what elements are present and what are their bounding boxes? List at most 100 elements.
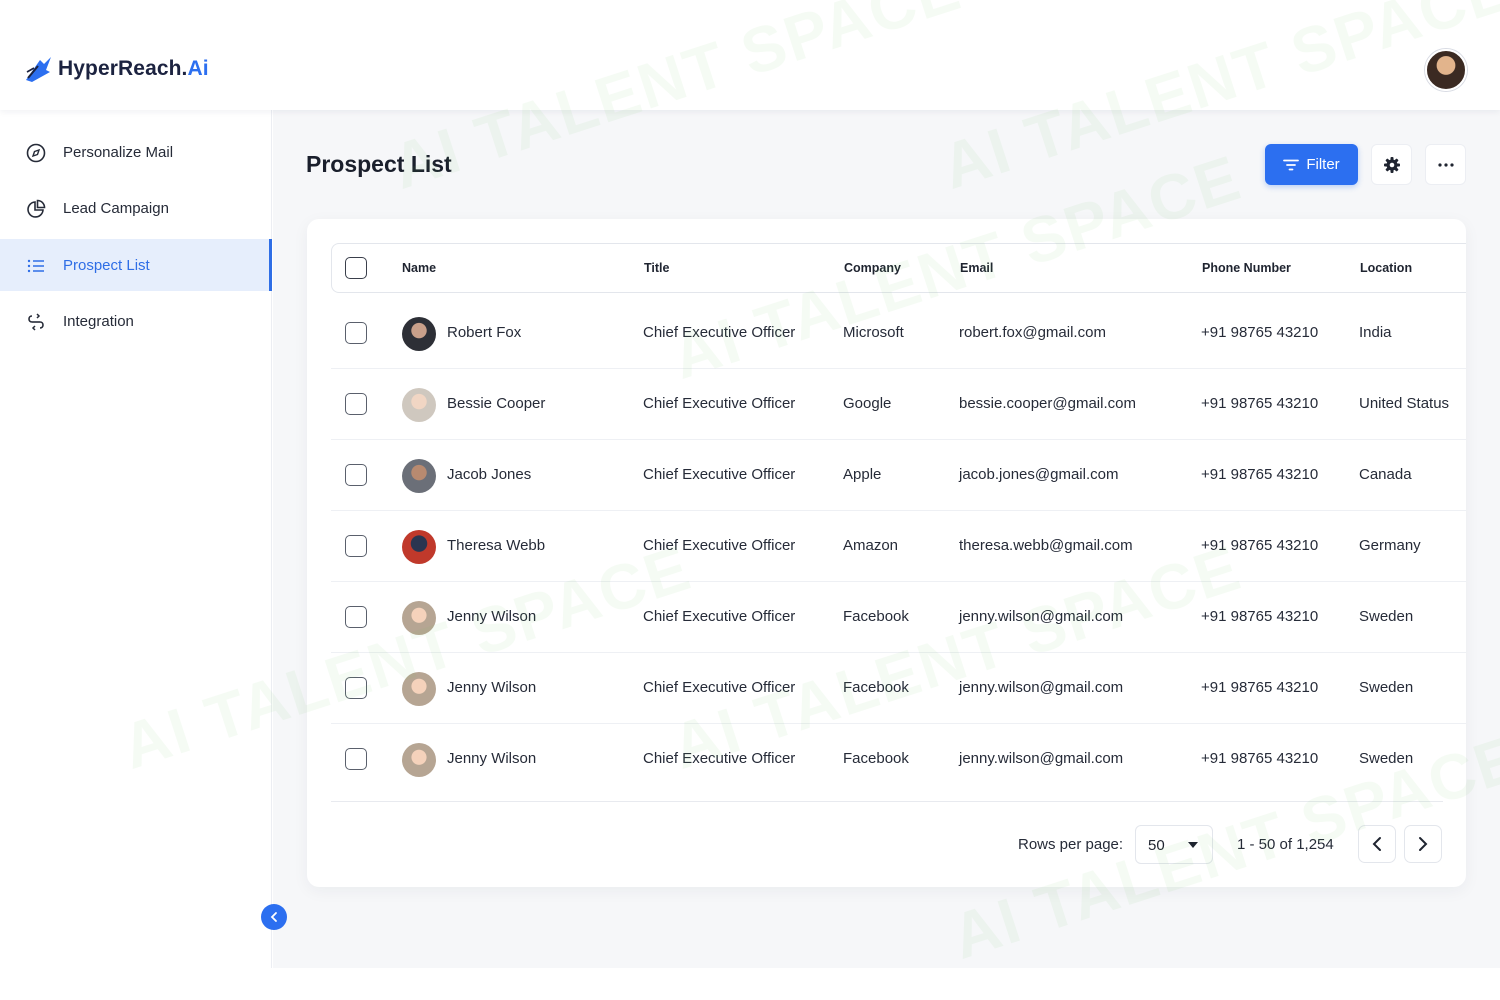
row-checkbox[interactable] (345, 393, 367, 415)
cell-title: Chief Executive Officer (643, 679, 796, 696)
cell-email[interactable]: jenny.wilson@gmail.com (959, 679, 1123, 696)
pie-chart-icon (27, 199, 46, 218)
compass-icon (26, 143, 46, 163)
column-header-title[interactable]: Title (644, 261, 669, 275)
table-row[interactable]: Jacob Jones Chief Executive Officer Appl… (331, 440, 1466, 511)
cell-email[interactable]: jenny.wilson@gmail.com (959, 608, 1123, 625)
select-all-checkbox[interactable] (345, 257, 367, 279)
cell-location: Sweden (1359, 750, 1414, 767)
sidebar-item-personalize-mail[interactable]: Personalize Mail (0, 126, 272, 178)
table-row[interactable]: Robert Fox Chief Executive Officer Micro… (331, 298, 1466, 369)
sidebar-item-integration[interactable]: Integration (0, 295, 272, 347)
filter-icon (1283, 159, 1300, 170)
row-checkbox[interactable] (345, 535, 367, 557)
table-row[interactable]: Jenny Wilson Chief Executive Officer Fac… (331, 582, 1466, 653)
cell-name: Jenny Wilson (447, 679, 537, 696)
cell-location: Canada (1359, 466, 1412, 483)
table-row[interactable]: Jenny Wilson Chief Executive Officer Fac… (331, 724, 1466, 795)
cell-email[interactable]: robert.fox@gmail.com (959, 324, 1106, 341)
sidebar-item-label: Integration (63, 312, 134, 330)
cell-name: Jacob Jones (447, 466, 532, 483)
avatar (402, 530, 436, 564)
previous-page-button[interactable] (1358, 825, 1396, 863)
footer-strip (0, 968, 1500, 1000)
chevron-left-icon (270, 912, 277, 922)
cell-phone: +91 98765 43210 (1201, 324, 1319, 341)
user-avatar[interactable] (1425, 49, 1467, 91)
cell-location: Germany (1359, 537, 1421, 554)
cell-location: India (1359, 324, 1392, 341)
more-options-button[interactable] (1425, 144, 1466, 185)
cell-phone: +91 98765 43210 (1201, 466, 1319, 483)
settings-button[interactable] (1371, 144, 1412, 185)
brand-logo[interactable]: HyperReach.Ai (24, 54, 209, 84)
collapse-sidebar-button[interactable] (261, 904, 287, 930)
cell-location: Sweden (1359, 679, 1414, 696)
brand-name-main: HyperReach. (58, 57, 188, 80)
rows-per-page-label: Rows per page: (1018, 836, 1124, 853)
avatar (402, 743, 436, 777)
cell-location: Sweden (1359, 608, 1414, 625)
cell-phone: +91 98765 43210 (1201, 608, 1319, 625)
cell-name: Theresa Webb (447, 537, 546, 554)
rows-per-page-value: 50 (1148, 837, 1165, 854)
sidebar-item-prospect-list[interactable]: Prospect List (0, 239, 272, 291)
avatar (402, 317, 436, 351)
integration-icon (28, 313, 44, 331)
cell-phone: +91 98765 43210 (1201, 395, 1319, 412)
brand-name: HyperReach.Ai (58, 57, 209, 81)
list-icon (27, 259, 44, 273)
rows-per-page-select[interactable]: 50 (1135, 825, 1213, 864)
table-row[interactable]: Theresa Webb Chief Executive Officer Ama… (331, 511, 1466, 582)
cell-email[interactable]: jenny.wilson@gmail.com (959, 750, 1123, 767)
table-divider (331, 801, 1443, 802)
cell-company: Amazon (843, 537, 899, 554)
cell-email[interactable]: theresa.webb@gmail.com (959, 537, 1133, 554)
cell-company: Facebook (843, 750, 909, 767)
column-header-name[interactable]: Name (402, 261, 436, 275)
cell-company: Facebook (843, 608, 909, 625)
sidebar-item-label: Lead Campaign (63, 199, 169, 217)
table-header: Name Title Company Email Phone Number Lo… (331, 243, 1466, 293)
logo-icon (26, 57, 51, 82)
table-row[interactable]: Jenny Wilson Chief Executive Officer Fac… (331, 653, 1466, 724)
caret-down-icon (1188, 842, 1198, 848)
cell-title: Chief Executive Officer (643, 608, 796, 625)
row-checkbox[interactable] (345, 464, 367, 486)
sidebar-item-label: Prospect List (63, 256, 150, 274)
sidebar-item-lead-campaign[interactable]: Lead Campaign (0, 182, 272, 234)
column-header-email[interactable]: Email (960, 261, 993, 275)
cell-company: Facebook (843, 679, 909, 696)
row-checkbox[interactable] (345, 322, 367, 344)
cell-location: United Status (1359, 395, 1450, 412)
ellipsis-icon (1437, 162, 1454, 167)
cell-phone: +91 98765 43210 (1201, 537, 1319, 554)
cell-title: Chief Executive Officer (643, 750, 796, 767)
main-content: Prospect List Filter Name Title Company … (273, 110, 1500, 968)
sidebar-item-label: Personalize Mail (63, 143, 174, 161)
cell-name: Jenny Wilson (447, 608, 537, 625)
cell-name: Robert Fox (447, 324, 522, 341)
cell-company: Apple (843, 466, 882, 483)
row-checkbox[interactable] (345, 677, 367, 699)
row-checkbox[interactable] (345, 606, 367, 628)
filter-button[interactable]: Filter (1265, 144, 1358, 185)
table-row[interactable]: Bessie Cooper Chief Executive Officer Go… (331, 369, 1466, 440)
row-checkbox[interactable] (345, 748, 367, 770)
chevron-left-icon (1372, 837, 1381, 851)
top-header: HyperReach.Ai (0, 0, 1500, 110)
cell-email[interactable]: bessie.cooper@gmail.com (959, 395, 1136, 412)
avatar (402, 459, 436, 493)
cell-title: Chief Executive Officer (643, 537, 796, 554)
cell-phone: +91 98765 43210 (1201, 750, 1319, 767)
next-page-button[interactable] (1404, 825, 1442, 863)
cell-title: Chief Executive Officer (643, 395, 796, 412)
gear-icon (1383, 156, 1400, 173)
column-header-location[interactable]: Location (1360, 261, 1412, 275)
avatar (402, 672, 436, 706)
cell-company: Microsoft (843, 324, 904, 341)
cell-email[interactable]: jacob.jones@gmail.com (959, 466, 1118, 483)
cell-title: Chief Executive Officer (643, 324, 796, 341)
column-header-company[interactable]: Company (844, 261, 901, 275)
column-header-phone[interactable]: Phone Number (1202, 261, 1291, 275)
